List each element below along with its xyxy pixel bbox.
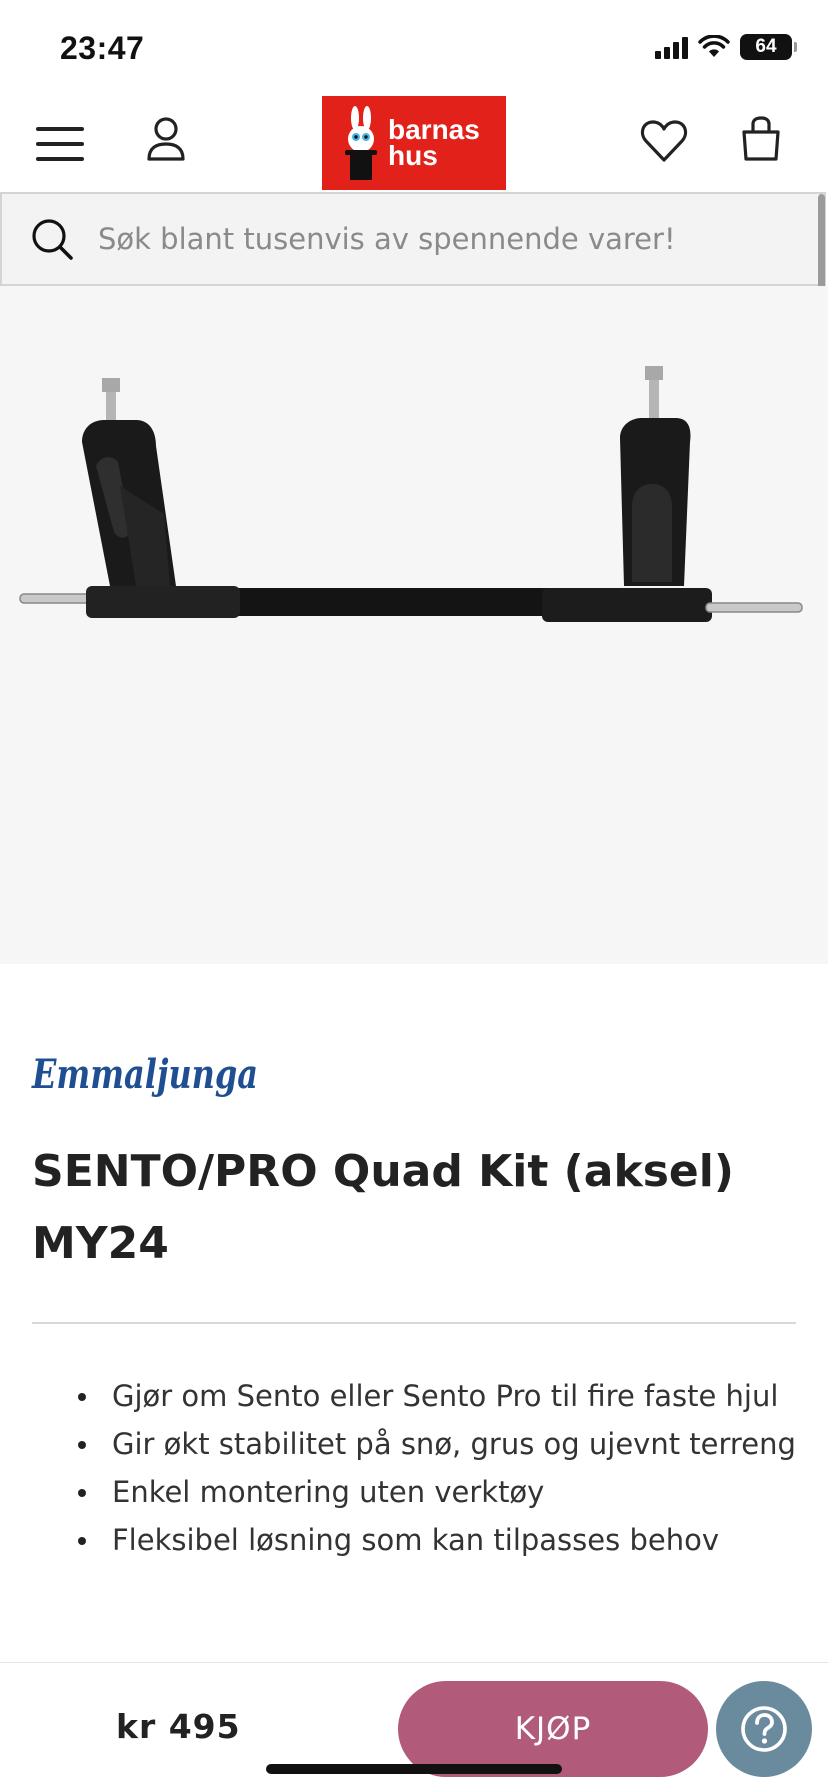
feature-item: Enkel montering uten verktøy <box>78 1468 812 1516</box>
question-icon <box>741 1706 787 1752</box>
price: kr 495 <box>116 1707 241 1746</box>
search-input[interactable] <box>98 222 758 256</box>
site-logo[interactable]: barnas hus <box>322 96 506 190</box>
status-icons: 64 <box>655 34 797 60</box>
site-header: barnas hus <box>0 96 828 192</box>
status-bar: 23:47 64 <box>0 0 828 96</box>
search-icon[interactable] <box>30 217 74 261</box>
product-image[interactable] <box>0 286 828 964</box>
feature-item: Gir økt stabilitet på snø, grus og ujevn… <box>78 1420 812 1468</box>
signal-icon <box>655 35 688 59</box>
wifi-icon <box>698 35 730 57</box>
logo-text: barnas hus <box>388 116 480 171</box>
search-bar <box>0 192 826 286</box>
account-icon[interactable] <box>142 114 190 164</box>
buy-button[interactable]: KJØP <box>398 1681 708 1777</box>
product-title: SENTO/PRO Quad Kit (aksel) MY24 <box>32 1146 734 1269</box>
heart-icon[interactable] <box>638 116 690 166</box>
axle-kit-image <box>19 366 803 622</box>
help-button[interactable] <box>716 1681 812 1777</box>
feature-item: Gjør om Sento eller Sento Pro til fire f… <box>78 1372 812 1420</box>
shopping-bag-icon[interactable] <box>736 112 786 166</box>
home-indicator[interactable] <box>266 1764 562 1774</box>
divider <box>32 1322 796 1324</box>
battery-icon: 64 <box>740 34 797 60</box>
feature-list: Gjør om Sento eller Sento Pro til fire f… <box>78 1372 812 1564</box>
feature-item: Fleksibel løsning som kan tilpasses beho… <box>78 1516 812 1564</box>
brand-logo[interactable]: Emmaljunga <box>30 1040 266 1118</box>
logo-text-line2: hus <box>388 140 438 171</box>
status-time: 23:47 <box>60 30 145 66</box>
rabbit-hat-icon <box>345 106 377 180</box>
brand-logo-text: Emmaljunga <box>31 1051 258 1098</box>
menu-icon[interactable] <box>34 122 86 166</box>
